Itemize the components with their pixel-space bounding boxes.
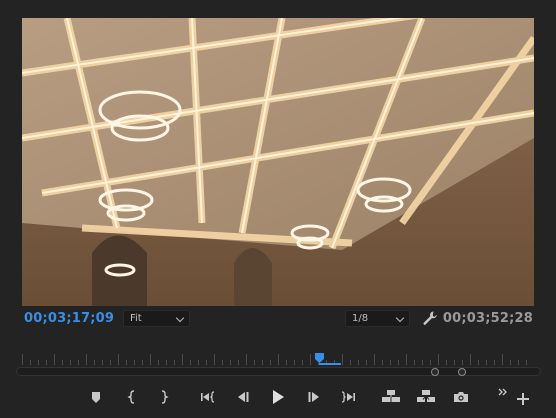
zoom-scroll-handle-left[interactable] bbox=[431, 368, 439, 376]
playback-resolution-select[interactable]: 1/8 bbox=[345, 310, 410, 327]
video-frame-image bbox=[22, 18, 534, 306]
marker-icon[interactable] bbox=[85, 386, 107, 408]
zoom-scroll-handle-right[interactable] bbox=[458, 368, 466, 376]
go-to-out-icon[interactable] bbox=[336, 386, 358, 408]
playback-resolution-value: 1/8 bbox=[352, 313, 369, 324]
current-timecode[interactable]: 00;03;17;09 bbox=[24, 311, 114, 326]
duration-timecode: 00;03;52;28 bbox=[442, 311, 533, 326]
play-icon[interactable] bbox=[267, 386, 289, 408]
transport-controls bbox=[0, 386, 556, 408]
extract-icon[interactable] bbox=[415, 386, 437, 408]
step-back-icon[interactable] bbox=[232, 386, 254, 408]
zoom-level-select[interactable]: Fit bbox=[123, 310, 190, 327]
chevron-down-icon bbox=[395, 313, 405, 323]
step-forward-icon[interactable] bbox=[303, 386, 325, 408]
chevron-down-icon bbox=[175, 313, 185, 323]
time-ruler[interactable] bbox=[22, 340, 535, 370]
program-monitor-frame bbox=[22, 18, 534, 306]
monitor-info-bar: 00;03;17;09 Fit 1/8 00;03;52;28 bbox=[0, 308, 556, 330]
mark-in-icon[interactable] bbox=[121, 386, 143, 408]
mark-out-icon[interactable] bbox=[153, 386, 175, 408]
zoom-level-value: Fit bbox=[130, 313, 142, 324]
plus-icon[interactable] bbox=[512, 388, 534, 410]
lift-icon[interactable] bbox=[380, 386, 402, 408]
go-to-in-icon[interactable] bbox=[198, 386, 220, 408]
camera-icon[interactable] bbox=[450, 386, 472, 408]
wrench-icon[interactable] bbox=[422, 310, 438, 326]
